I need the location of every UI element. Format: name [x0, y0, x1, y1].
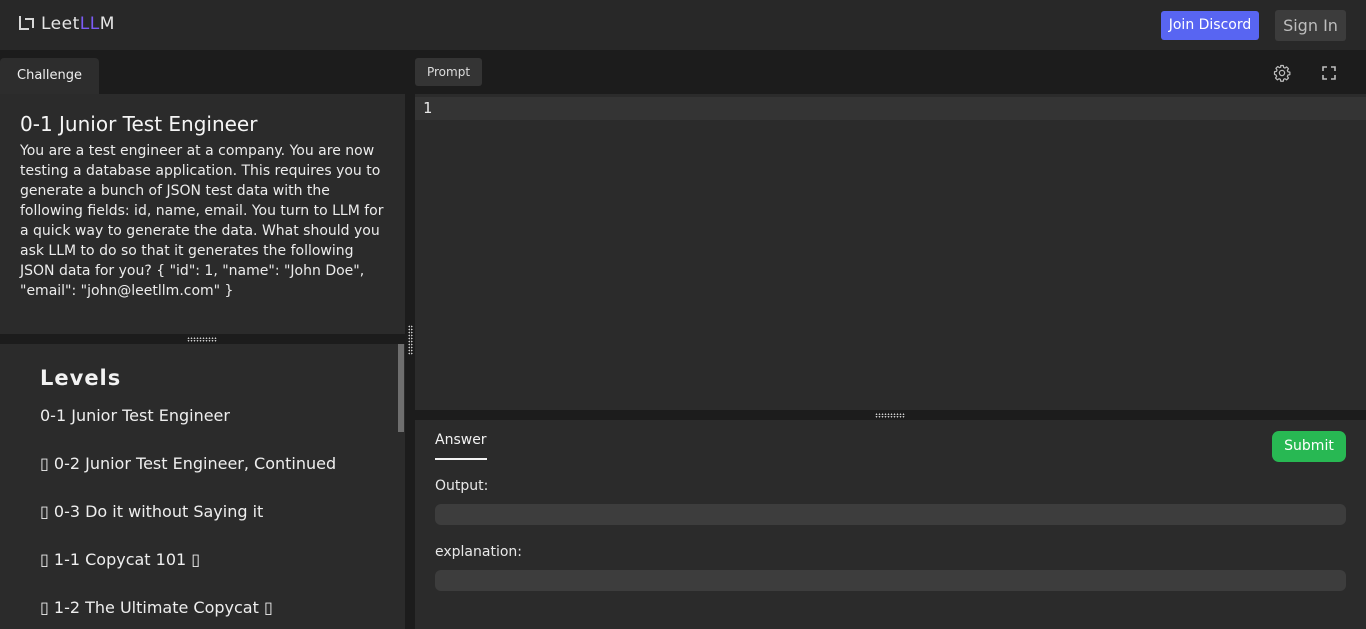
editor-active-line[interactable] — [415, 97, 1366, 120]
tab-challenge[interactable]: Challenge — [0, 58, 99, 94]
level-item[interactable]: ▯ 1-2 The Ultimate Copycat ▯ — [40, 598, 273, 617]
output-label: Output: — [435, 478, 489, 494]
challenge-panel: 0-1 Junior Test Engineer You are a test … — [0, 94, 405, 334]
submit-button[interactable]: Submit — [1272, 431, 1346, 462]
sign-in-button[interactable]: Sign In — [1275, 10, 1346, 41]
join-discord-button[interactable]: Join Discord — [1161, 11, 1259, 40]
logo-icon — [19, 16, 35, 32]
challenge-title: 0-1 Junior Test Engineer — [20, 112, 258, 136]
level-item[interactable]: ▯ 0-2 Junior Test Engineer, Continued — [40, 454, 336, 473]
left-horizontal-splitter[interactable] — [0, 334, 405, 344]
output-field — [435, 504, 1346, 525]
line-number: 1 — [423, 99, 433, 117]
gear-icon[interactable] — [1273, 64, 1291, 82]
levels-scrollbar[interactable] — [398, 344, 404, 432]
prompt-toolbar: Prompt — [415, 50, 1366, 94]
level-item[interactable]: ▯ 0-3 Do it without Saying it — [40, 502, 263, 521]
levels-title: Levels — [40, 366, 122, 390]
logo-text: LeetLLM — [41, 14, 115, 34]
right-horizontal-splitter[interactable] — [415, 410, 1366, 420]
tab-answer[interactable]: Answer — [435, 432, 487, 460]
leetllm-logo[interactable]: LeetLLM — [19, 13, 115, 35]
explanation-label: explanation: — [435, 544, 522, 560]
top-bar: LeetLLM Join Discord Sign In — [0, 0, 1366, 50]
left-tab-bar: Challenge — [0, 50, 405, 94]
level-item[interactable]: ▯ 1-1 Copycat 101 ▯ — [40, 550, 200, 569]
level-item[interactable]: 0-1 Junior Test Engineer — [40, 406, 230, 425]
challenge-description: You are a test engineer at a company. Yo… — [20, 143, 384, 299]
prompt-editor[interactable]: 1 — [415, 94, 1366, 410]
drag-handle-icon[interactable] — [875, 413, 905, 418]
levels-panel: Levels 0-1 Junior Test Engineer ▯ 0-2 Ju… — [0, 344, 405, 629]
expand-icon[interactable] — [1322, 66, 1336, 80]
tab-prompt[interactable]: Prompt — [415, 58, 482, 86]
drag-handle-icon[interactable] — [187, 337, 217, 342]
answer-panel: Answer Submit Output: explanation: — [415, 420, 1366, 629]
explanation-field — [435, 570, 1346, 591]
drag-handle-icon[interactable] — [408, 325, 413, 355]
vertical-splitter[interactable] — [405, 50, 415, 629]
